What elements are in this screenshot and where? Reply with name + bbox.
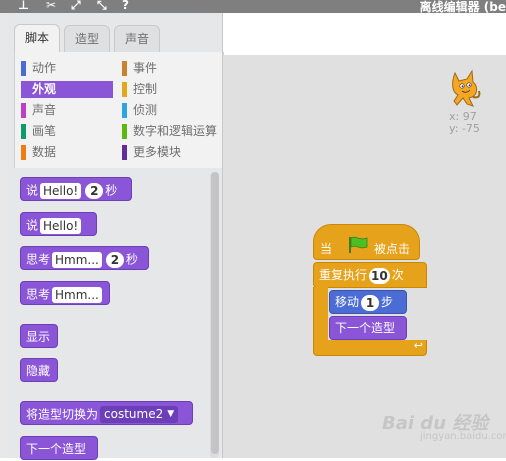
category-color-bar <box>21 124 26 139</box>
repeat-block-arm <box>313 287 328 343</box>
category-pen[interactable]: 画笔 <box>21 123 113 140</box>
app-title: 离线编辑器 (be <box>419 0 506 13</box>
palette-scrollbar-thumb[interactable] <box>211 172 219 454</box>
costume-dropdown[interactable]: costume2 ▼ <box>100 406 179 423</box>
category-color-bar <box>21 103 26 118</box>
watermark: Bai du 经验 jingyan.baidu.com <box>382 403 506 447</box>
when-flag-clicked-hat-block[interactable]: 当 被点击 <box>313 224 420 260</box>
say-text-input[interactable]: Hello! <box>40 217 82 234</box>
cut-icon[interactable]: ✂ <box>46 0 56 12</box>
category-sensing[interactable]: 侦测 <box>122 102 220 119</box>
block-hide[interactable]: 隐藏 <box>20 358 58 382</box>
category-color-bar <box>21 82 26 97</box>
block-show[interactable]: 显示 <box>20 324 58 348</box>
category-color-bar <box>21 145 26 160</box>
sprite-y-readout: y: -75 <box>449 122 480 135</box>
category-looks[interactable]: 外观 <box>21 81 113 98</box>
grow-icon[interactable]: ⤢ <box>71 0 81 13</box>
think-text-input[interactable]: Hmm... <box>52 251 102 268</box>
move-steps-block[interactable]: 移动 1 步 <box>329 290 407 314</box>
repeat-block-bottom: ↩ <box>313 339 427 356</box>
block-think[interactable]: 思考 Hmm... <box>20 281 110 305</box>
category-color-bar <box>122 124 127 139</box>
category-color-bar <box>21 61 26 76</box>
category-operators[interactable]: 数字和逻辑运算 <box>122 123 220 140</box>
tab-costumes[interactable]: 造型 <box>64 25 110 52</box>
chevron-down-icon: ▼ <box>167 409 175 419</box>
think-text-input[interactable]: Hmm... <box>52 286 102 303</box>
help-icon[interactable]: ? <box>122 0 129 12</box>
secs-input[interactable]: 2 <box>85 182 104 199</box>
block-say-for-secs[interactable]: 说 Hello! 2 秒 <box>20 177 132 201</box>
duplicate-icon[interactable]: ⊥ <box>18 0 29 12</box>
category-control[interactable]: 控制 <box>122 81 220 98</box>
category-data[interactable]: 数据 <box>21 144 113 161</box>
say-text-input[interactable]: Hello! <box>40 182 82 199</box>
title-bar: ⊥ ✂ ⤢ ⤡ ? 离线编辑器 (be <box>0 0 506 13</box>
repeat-count-input[interactable]: 10 <box>369 267 390 284</box>
tab-sounds[interactable]: 声音 <box>114 25 160 52</box>
next-costume-script-block[interactable]: 下一个造型 <box>329 316 407 340</box>
sprite-cat-icon <box>452 69 481 107</box>
sprite-coordinates: x: 97 y: -75 <box>449 111 480 135</box>
tab-scripts[interactable]: 脚本 <box>14 24 60 52</box>
category-events[interactable]: 事件 <box>122 60 220 77</box>
block-switch-costume[interactable]: 将造型切换为 costume2 ▼ <box>20 401 193 425</box>
loop-arrow-icon: ↩ <box>413 339 423 352</box>
secs-input[interactable]: 2 <box>105 251 124 268</box>
category-more-blocks[interactable]: 更多模块 <box>122 144 220 161</box>
block-next-costume[interactable]: 下一个造型 <box>20 436 98 460</box>
block-think-for-secs[interactable]: 思考 Hmm... 2 秒 <box>20 246 149 270</box>
category-color-bar <box>122 103 127 118</box>
category-motion[interactable]: 动作 <box>21 60 113 77</box>
category-color-bar <box>122 61 127 76</box>
category-color-bar <box>122 145 127 160</box>
shrink-icon[interactable]: ⤡ <box>97 0 107 13</box>
repeat-block[interactable]: 重复执行 10 次 <box>313 262 427 288</box>
category-sound[interactable]: 声音 <box>21 102 113 119</box>
category-color-bar <box>122 82 127 97</box>
steps-input[interactable]: 1 <box>361 294 380 311</box>
green-flag-icon <box>349 236 368 253</box>
watermark-url: jingyan.baidu.com <box>420 431 506 442</box>
block-say[interactable]: 说 Hello! <box>20 212 97 236</box>
